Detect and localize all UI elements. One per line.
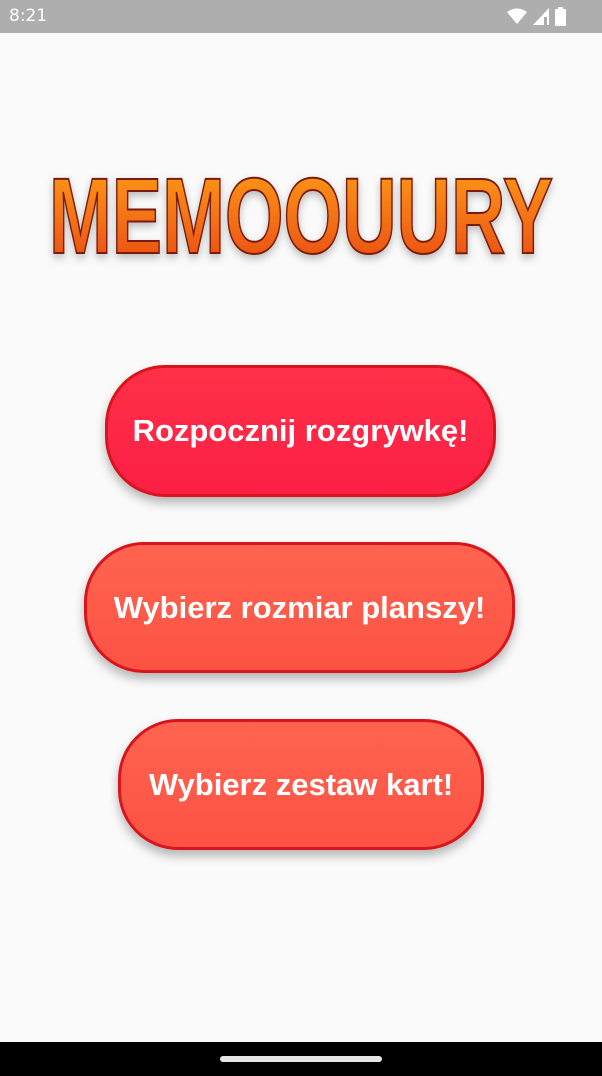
start-game-button[interactable]: Rozpocznij rozgrywkę!	[105, 365, 496, 497]
app-title: MEMOOUURY	[49, 155, 553, 270]
status-icons	[507, 6, 566, 26]
status-time: 8:21	[9, 6, 48, 26]
app-title-logo: MEMOOUURY	[0, 120, 602, 270]
status-bar: 8:21	[0, 0, 602, 33]
home-pill-icon[interactable]	[220, 1056, 382, 1062]
cellular-signal-icon	[533, 7, 549, 25]
battery-icon	[555, 6, 566, 26]
navigation-bar	[0, 1042, 602, 1076]
wifi-icon	[507, 8, 527, 25]
choose-board-size-button[interactable]: Wybierz rozmiar planszy!	[84, 542, 515, 673]
choose-card-set-button[interactable]: Wybierz zestaw kart!	[118, 719, 484, 850]
